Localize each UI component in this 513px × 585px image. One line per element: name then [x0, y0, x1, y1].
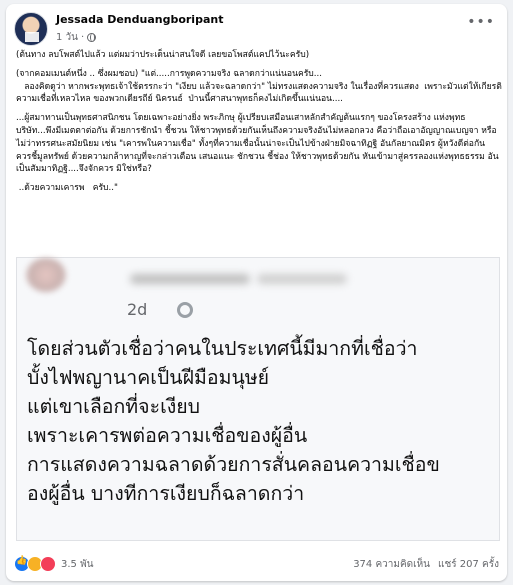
reaction-count[interactable]: 3.5 พัน	[61, 557, 94, 572]
love-icon	[40, 556, 56, 572]
post-body: (ต้นทาง ลบโพสต์ไปแล้ว แต่ผมว่าประเด็นน่า…	[16, 49, 502, 201]
post-paragraph: (จากคอมเมนต์หนึ่ง .. ซึ่งผมชอบ) "แต่....…	[16, 68, 502, 105]
screenshot-line: บั้งไฟพญานาคเป็นฝีมือมนุษย์	[27, 366, 270, 389]
reactions-summary[interactable]: 3.5 พัน	[14, 556, 94, 572]
author-name[interactable]: Jessada Denduangboripant	[56, 13, 223, 26]
blurred-avatar	[26, 258, 66, 292]
screenshot-line: โดยส่วนตัวเชื่อว่าคนในประเทศนี้มีมากที่เ…	[27, 337, 418, 360]
more-horizontal-icon[interactable]: •••	[467, 14, 495, 30]
shared-screenshot-image[interactable]: 2d โดยส่วนตัวเชื่อว่าคนในประเทศนี้มีมากท…	[16, 257, 500, 541]
post-paragraph: ..ด้วยความเคารพ ครับ.."	[16, 183, 118, 194]
post-time[interactable]: 1 วัน	[56, 30, 78, 45]
comments-count[interactable]: 374 ความคิดเห็น	[353, 557, 430, 572]
post-stats: 374 ความคิดเห็น แชร์ 207 ครั้ง	[353, 557, 499, 572]
blurred-name-2	[257, 274, 347, 284]
screenshot-line: องผู้อื่น บางทีการเงียบก็ฉลาดกว่า	[27, 482, 305, 505]
screenshot-line: การแสดงความฉลาดด้วยการสั่นคลอนความเชื่อข	[27, 453, 440, 476]
screenshot-time: 2d	[127, 300, 148, 319]
separator-dot: ·	[81, 32, 85, 43]
globe-icon	[177, 302, 193, 318]
post-footer: 3.5 พัน 374 ความคิดเห็น แชร์ 207 ครั้ง	[14, 552, 499, 574]
screenshot-line: แต่เขาเลือกที่จะเงียบ	[27, 395, 201, 418]
screenshot-line: เพราะเคารพต่อความเชื่อของผู้อื่น	[27, 424, 308, 447]
post-paragraph: ...ผู้สมาทานเป็นพุทธศาสนิกชน โดยเฉพาะอย่…	[16, 113, 499, 175]
post-paragraph: (ต้นทาง ลบโพสต์ไปแล้ว แต่ผมว่าประเด็นน่า…	[16, 50, 310, 60]
globe-icon[interactable]	[87, 33, 97, 42]
shares-count[interactable]: แชร์ 207 ครั้ง	[438, 557, 499, 572]
screenshot-text: โดยส่วนตัวเชื่อว่าคนในประเทศนี้มีมากที่เ…	[27, 334, 493, 508]
post-header: Jessada Denduangboripant 1 วัน · •••	[14, 12, 499, 48]
author-avatar[interactable]	[14, 12, 48, 46]
post-card: Jessada Denduangboripant 1 วัน · ••• (ต้…	[6, 4, 507, 581]
post-meta: 1 วัน ·	[56, 30, 97, 45]
blurred-name	[130, 274, 250, 284]
